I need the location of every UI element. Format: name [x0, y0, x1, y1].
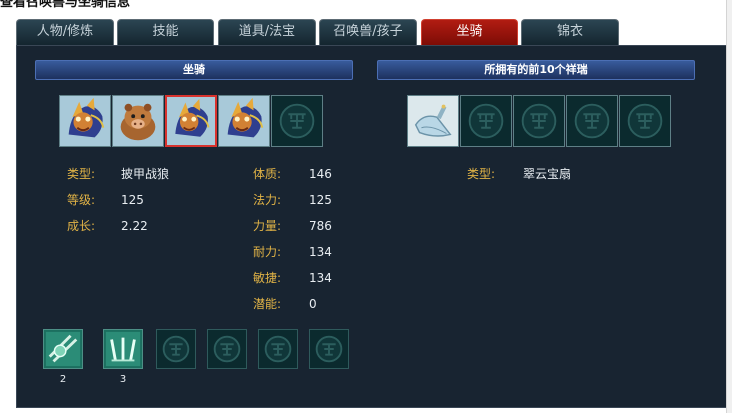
stat-agility-label: 敏捷: — [253, 271, 282, 285]
stat-endurance-value: 134 — [309, 245, 332, 259]
mount-growth-row: 成长: 2.22 — [67, 219, 148, 233]
empty-slot-icon — [162, 335, 190, 363]
tab-items[interactable]: 道具/法宝 — [218, 19, 316, 45]
mount-panel: 坐骑 所拥有的前10个祥瑞 类型: 披甲战狼 等级: 125 成长: 2.22 … — [16, 45, 732, 408]
xiangrui-slot-empty[interactable] — [513, 95, 565, 147]
tab-skills[interactable]: 技能 — [117, 19, 214, 45]
mount-skill-level: 2 — [59, 374, 67, 385]
claw-skill-icon — [104, 330, 142, 368]
stat-agility-row: 敏捷: 134 — [253, 271, 332, 285]
empty-slot-icon — [574, 103, 610, 139]
empty-slot-icon — [627, 103, 663, 139]
xiangrui-slot-empty[interactable] — [566, 95, 618, 147]
mount-type-label: 类型: — [67, 167, 96, 181]
stat-magic-row: 法力: 125 — [253, 193, 332, 207]
stat-strength-label: 力量: — [253, 219, 282, 233]
empty-slot-icon — [279, 103, 315, 139]
page-scrollbar-edge[interactable] — [726, 0, 732, 413]
stat-strength-value: 786 — [309, 219, 332, 233]
stat-potential-row: 潜能: 0 — [253, 297, 317, 311]
tab-character[interactable]: 人物/修炼 — [16, 19, 114, 45]
mount-slot-empty[interactable] — [271, 95, 323, 147]
mount-level-value: 125 — [121, 193, 144, 207]
xiangrui-slot-empty[interactable] — [460, 95, 512, 147]
dragon-mount-icon — [219, 96, 269, 146]
mount-skill-slot-empty[interactable] — [156, 329, 196, 369]
fan-icon — [408, 96, 458, 146]
xiangrui-type-value: 翠云宝扇 — [523, 167, 572, 181]
stat-constitution-value: 146 — [309, 167, 332, 181]
mount-type-value: 披甲战狼 — [121, 167, 170, 181]
empty-slot-icon — [264, 335, 292, 363]
mount-growth-label: 成长: — [67, 219, 96, 233]
stat-magic-label: 法力: — [253, 193, 282, 207]
stat-potential-value: 0 — [309, 297, 317, 311]
mount-slot[interactable] — [218, 95, 270, 147]
mount-growth-value: 2.22 — [121, 219, 148, 233]
mount-skill-slot[interactable] — [43, 329, 83, 369]
xiangrui-header: 所拥有的前10个祥瑞 — [377, 60, 695, 80]
mount-slot-row — [59, 95, 324, 147]
slash-skill-icon — [44, 330, 82, 368]
dragon-mount-icon — [60, 96, 110, 146]
xiangrui-slot-row — [407, 95, 672, 147]
mount-skill-slot[interactable] — [103, 329, 143, 369]
xiangrui-slot[interactable] — [407, 95, 459, 147]
empty-slot-icon — [521, 103, 557, 139]
mount-slot[interactable] — [59, 95, 111, 147]
xiangrui-type-row: 类型: 翠云宝扇 — [467, 167, 571, 181]
tab-costume[interactable]: 锦衣 — [521, 19, 619, 45]
empty-slot-icon — [315, 335, 343, 363]
tab-mount[interactable]: 坐骑 — [421, 19, 518, 45]
xiangrui-type-label: 类型: — [467, 167, 496, 181]
clipped-heading: 查看召唤兽与坐骑信息 — [0, 0, 131, 8]
stat-constitution-label: 体质: — [253, 167, 282, 181]
dragon-mount-icon — [167, 97, 215, 145]
boar-mount-icon — [113, 96, 163, 146]
mount-header: 坐骑 — [35, 60, 353, 80]
stat-magic-value: 125 — [309, 193, 332, 207]
stat-endurance-label: 耐力: — [253, 245, 282, 259]
mount-skill-slot-empty[interactable] — [258, 329, 298, 369]
mount-slot-selected[interactable] — [165, 95, 217, 147]
empty-slot-icon — [213, 335, 241, 363]
stat-constitution-row: 体质: 146 — [253, 167, 332, 181]
mount-skill-level: 3 — [119, 374, 127, 385]
stat-endurance-row: 耐力: 134 — [253, 245, 332, 259]
mount-skill-slot-empty[interactable] — [207, 329, 247, 369]
stat-potential-label: 潜能: — [253, 297, 282, 311]
mount-type-row: 类型: 披甲战狼 — [67, 167, 169, 181]
stat-strength-row: 力量: 786 — [253, 219, 332, 233]
xiangrui-slot-empty[interactable] — [619, 95, 671, 147]
empty-slot-icon — [468, 103, 504, 139]
mount-level-label: 等级: — [67, 193, 96, 207]
mount-skill-slot-empty[interactable] — [309, 329, 349, 369]
mount-level-row: 等级: 125 — [67, 193, 144, 207]
stat-agility-value: 134 — [309, 271, 332, 285]
tab-pets[interactable]: 召唤兽/孩子 — [319, 19, 417, 45]
mount-slot[interactable] — [112, 95, 164, 147]
